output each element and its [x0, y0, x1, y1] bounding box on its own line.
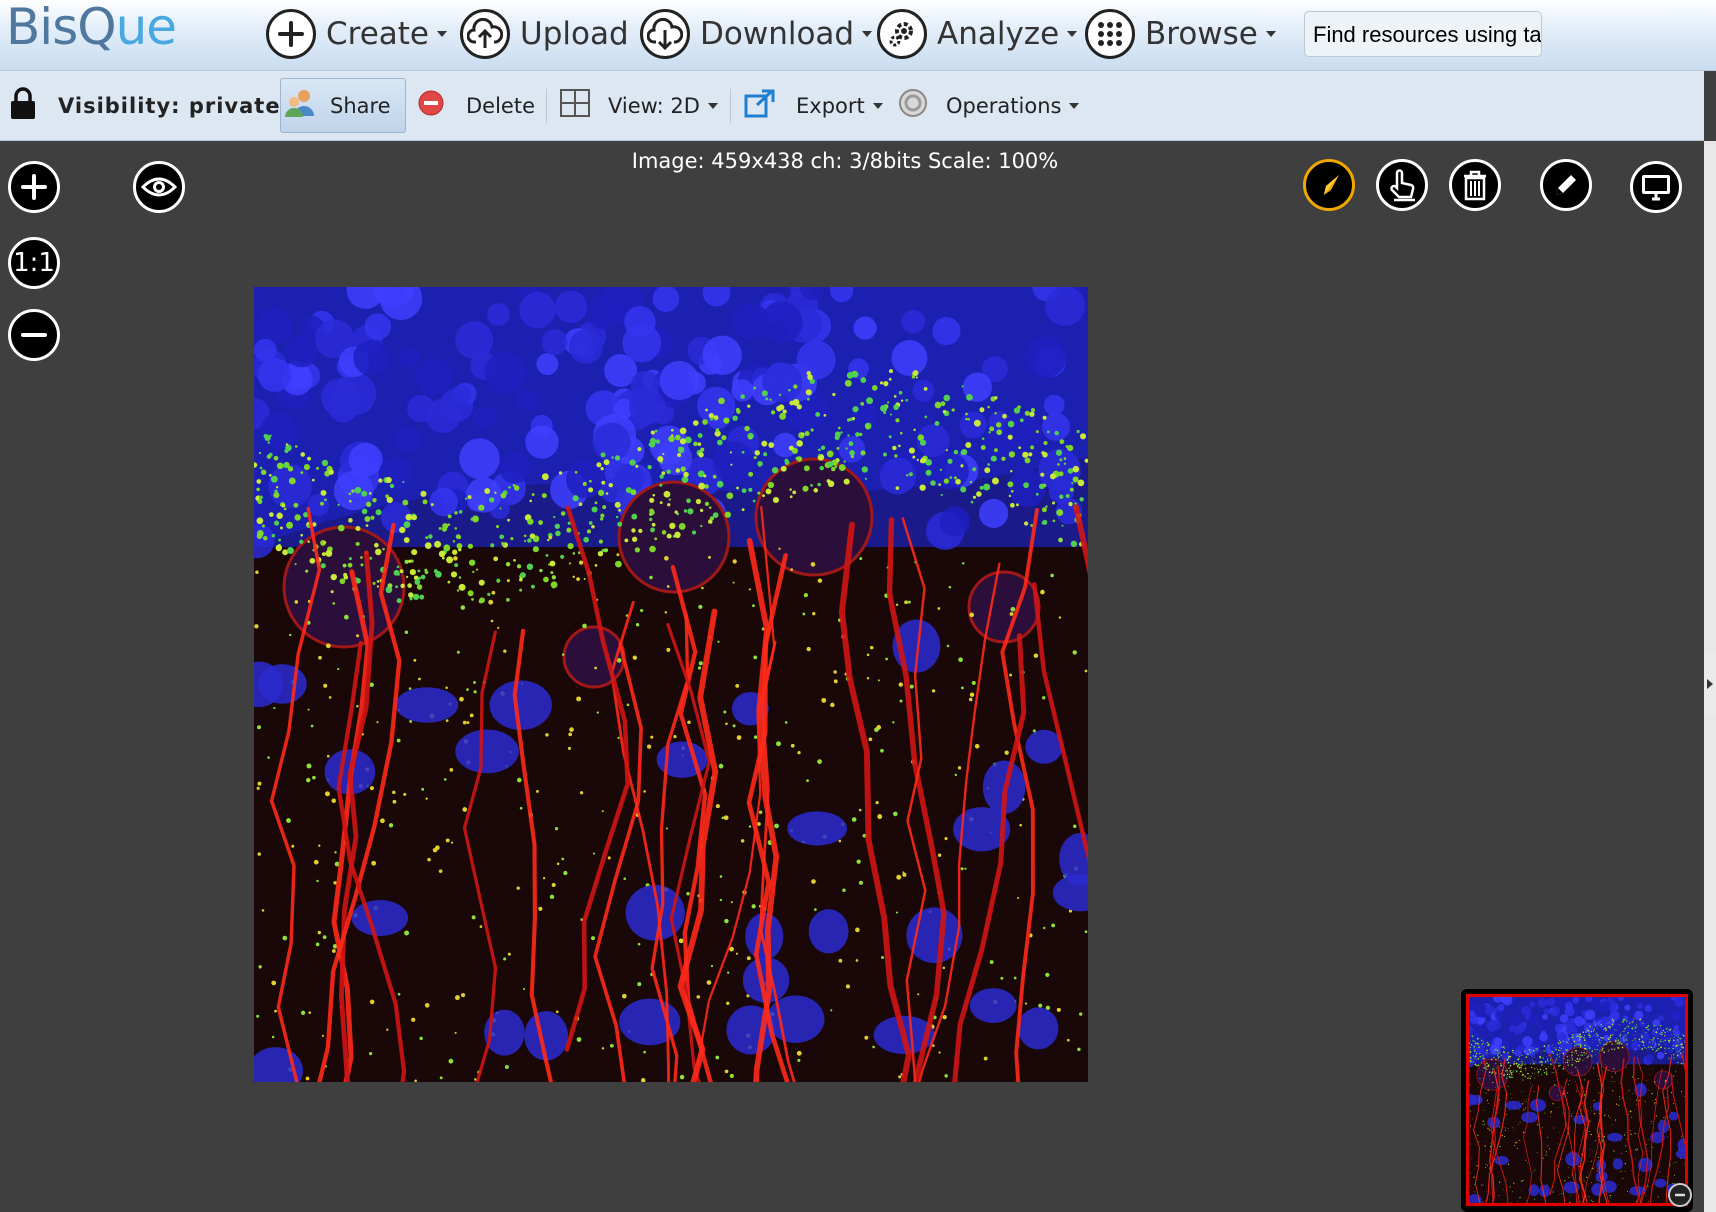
gear-icon: [877, 9, 927, 59]
select-tool-button[interactable]: [1376, 159, 1428, 211]
operations-menu[interactable]: Operations: [898, 71, 1080, 140]
view-menu[interactable]: View: 2D: [560, 71, 718, 140]
toolbar-divider: [546, 89, 547, 123]
chevron-down-icon: [1265, 31, 1276, 37]
navigate-icon: [1324, 175, 1339, 195]
chevron-down-icon: [437, 31, 448, 37]
analyze-menu[interactable]: Analyze: [877, 6, 1078, 62]
download-menu[interactable]: Download: [640, 6, 873, 62]
trash-icon: [1464, 170, 1486, 201]
pencil-icon: [1556, 175, 1576, 195]
export-icon: [744, 88, 776, 123]
image-info: Image: 459x438 ch: 3/8bits Scale: 100%: [631, 149, 1059, 173]
chevron-down-icon: [707, 102, 718, 109]
display-settings-button[interactable]: [1630, 161, 1682, 213]
grid-icon: [1085, 9, 1135, 59]
navigate-tool-button[interactable]: [1303, 159, 1355, 211]
chevron-down-icon: [872, 102, 883, 109]
export-label: Export: [796, 93, 865, 118]
top-navbar: BisQue Create Upload Download Analyze Br…: [0, 0, 1716, 71]
zoom-reset-button[interactable]: 1:1: [8, 237, 60, 289]
delete-label: Delete: [466, 93, 535, 118]
side-panel-toggle[interactable]: [1704, 652, 1716, 716]
zoom-out-button[interactable]: [8, 309, 60, 361]
layout-icon: [560, 89, 590, 122]
monitor-icon: [1642, 175, 1670, 201]
search-input[interactable]: Find resources using ta: [1304, 11, 1542, 57]
browse-label: Browse: [1145, 16, 1258, 52]
resource-toolbar: Visibility: private Share Delete View: 2…: [0, 71, 1704, 141]
zoom-reset-label: 1:1: [13, 248, 55, 278]
visibility-label: Visibility: private: [58, 93, 281, 118]
share-label: Share: [330, 93, 391, 118]
zoom-in-icon: [21, 174, 47, 200]
minus-icon: [1675, 1193, 1685, 1197]
lock-icon: [10, 86, 36, 125]
analyze-label: Analyze: [937, 16, 1060, 52]
delete-annotation-button[interactable]: [1449, 159, 1501, 211]
channel-visibility-button[interactable]: [133, 161, 185, 213]
edit-annotation-button[interactable]: [1540, 159, 1592, 211]
chevron-down-icon: [1067, 31, 1078, 37]
operations-label: Operations: [946, 93, 1062, 118]
pointer-icon: [1390, 169, 1415, 202]
toolbar-divider: [730, 89, 731, 123]
minimap-panel[interactable]: [1461, 989, 1693, 1212]
zoom-out-icon: [21, 333, 47, 337]
download-label: Download: [700, 16, 855, 52]
zoom-in-button[interactable]: [8, 161, 60, 213]
export-menu[interactable]: Export: [744, 71, 883, 140]
minimap-collapse-button[interactable]: [1668, 1183, 1692, 1207]
operations-icon: [898, 88, 928, 123]
chevron-down-icon: [1069, 102, 1080, 109]
create-menu[interactable]: Create: [266, 6, 448, 62]
users-icon: [284, 88, 316, 123]
visibility-toggle[interactable]: Visibility: private: [10, 71, 281, 140]
share-button-content[interactable]: Share: [284, 71, 391, 140]
chevron-down-icon: [862, 31, 873, 37]
delete-button[interactable]: Delete: [418, 71, 535, 140]
bisque-logo[interactable]: BisQue: [6, 0, 177, 56]
upload-button[interactable]: Upload: [460, 6, 629, 62]
microscopy-image[interactable]: [254, 287, 1088, 1082]
delete-icon: [418, 90, 444, 121]
cloud-upload-icon: [460, 9, 510, 59]
upload-label: Upload: [520, 16, 629, 52]
minimap-viewport[interactable]: [1466, 994, 1688, 1206]
eye-icon: [141, 177, 177, 197]
browse-menu[interactable]: Browse: [1085, 6, 1276, 62]
plus-circle-icon: [266, 9, 316, 59]
cloud-download-icon: [640, 9, 690, 59]
view-label: View: 2D: [608, 93, 700, 118]
create-label: Create: [326, 16, 430, 52]
